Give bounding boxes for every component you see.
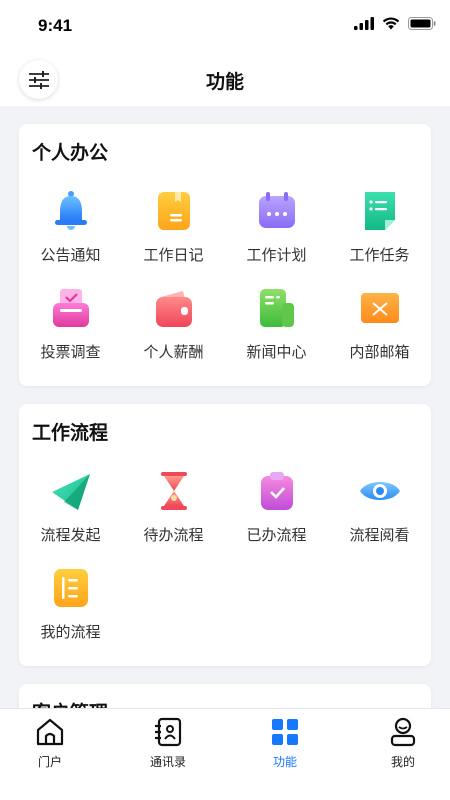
grid-item-work-plan[interactable]: 工作计划 (225, 190, 328, 280)
diary-icon (157, 192, 190, 230)
bell-icon (54, 191, 87, 230)
grid-item-label: 流程阅看 (349, 526, 410, 544)
grid-item-my-process[interactable]: 我的流程 (19, 567, 122, 657)
calendar-icon (258, 192, 295, 228)
bottom-tab-bar: 门户 通讯录 功能 我的 (0, 708, 450, 800)
task-icon (364, 192, 395, 230)
section-card-workflow: 工作流程 流程发起 待办流程 已办流程 流程阅看 我的流程 (19, 404, 431, 666)
grid-item-announcements[interactable]: 公告通知 (19, 190, 122, 280)
status-icons (354, 17, 436, 30)
tab-label: 通讯录 (149, 755, 186, 769)
section-card-personal-office: 个人办公 公告通知 工作日记 工作计划 工作任务 投票调查 个人薪酬 新闻中心 … (19, 124, 431, 386)
grid-item-label: 个人薪酬 (143, 343, 204, 361)
page-title: 功能 (205, 71, 244, 93)
cellular-signal-icon (354, 17, 374, 30)
send-icon (51, 474, 90, 510)
mail-icon (360, 293, 399, 323)
grid-item-news-center[interactable]: 新闻中心 (225, 287, 328, 377)
wifi-icon (382, 17, 400, 30)
grid-item-label: 已办流程 (246, 526, 307, 544)
grid-icon (272, 719, 298, 745)
hourglass-icon (160, 472, 187, 510)
profile-icon (390, 717, 416, 747)
grid-item-internal-mail[interactable]: 内部邮箱 (328, 287, 431, 377)
news-icon (259, 289, 294, 327)
nav-bar: 功能 (0, 52, 450, 106)
grid-item-label: 公告通知 (40, 246, 101, 264)
section-title: 工作流程 (32, 422, 109, 444)
grid-item-label: 我的流程 (40, 623, 101, 641)
section-card-customer-management: 客户管理 (19, 684, 431, 708)
grid-item-label: 内部邮箱 (349, 343, 410, 361)
contacts-icon (155, 717, 182, 747)
status-bar: 9:41 (0, 0, 450, 52)
tab-profile[interactable]: 我的 (347, 709, 450, 779)
section-title: 客户管理 (32, 698, 108, 708)
grid-item-work-diary[interactable]: 工作日记 (122, 190, 225, 280)
tab-label: 门户 (37, 755, 62, 769)
home-icon (36, 718, 64, 746)
eye-icon (359, 482, 400, 500)
ballot-box-icon (52, 289, 89, 327)
clipboard-check-icon (260, 472, 293, 510)
grid-item-label: 新闻中心 (246, 343, 307, 361)
function-list[interactable]: 个人办公 公告通知 工作日记 工作计划 工作任务 投票调查 个人薪酬 新闻中心 … (0, 106, 450, 708)
list-icon (53, 569, 88, 607)
tab-functions[interactable]: 功能 (229, 709, 341, 779)
wallet-icon (155, 291, 192, 327)
grid-item-label: 流程发起 (40, 526, 101, 544)
tab-contacts[interactable]: 通讯录 (112, 709, 224, 779)
grid-item-read-process[interactable]: 流程阅看 (328, 470, 431, 560)
tab-label: 我的 (390, 755, 415, 769)
tab-label: 功能 (272, 755, 297, 769)
grid-item-label: 投票调查 (40, 343, 101, 361)
grid-item-label: 工作任务 (349, 246, 410, 264)
tab-portal[interactable]: 门户 (0, 709, 106, 779)
grid-item-label: 工作计划 (246, 246, 307, 264)
battery-icon (408, 17, 436, 30)
grid-item-pending-process[interactable]: 待办流程 (122, 470, 225, 560)
grid-item-start-process[interactable]: 流程发起 (19, 470, 122, 560)
grid-item-label: 工作日记 (143, 246, 204, 264)
section-title: 个人办公 (32, 142, 109, 164)
grid-item-work-tasks[interactable]: 工作任务 (328, 190, 431, 280)
grid-item-completed-process[interactable]: 已办流程 (225, 470, 328, 560)
grid-item-voting-survey[interactable]: 投票调查 (19, 287, 122, 377)
grid-item-label: 待办流程 (143, 526, 204, 544)
grid-item-personal-salary[interactable]: 个人薪酬 (122, 287, 225, 377)
status-time: 9:41 (38, 16, 73, 35)
